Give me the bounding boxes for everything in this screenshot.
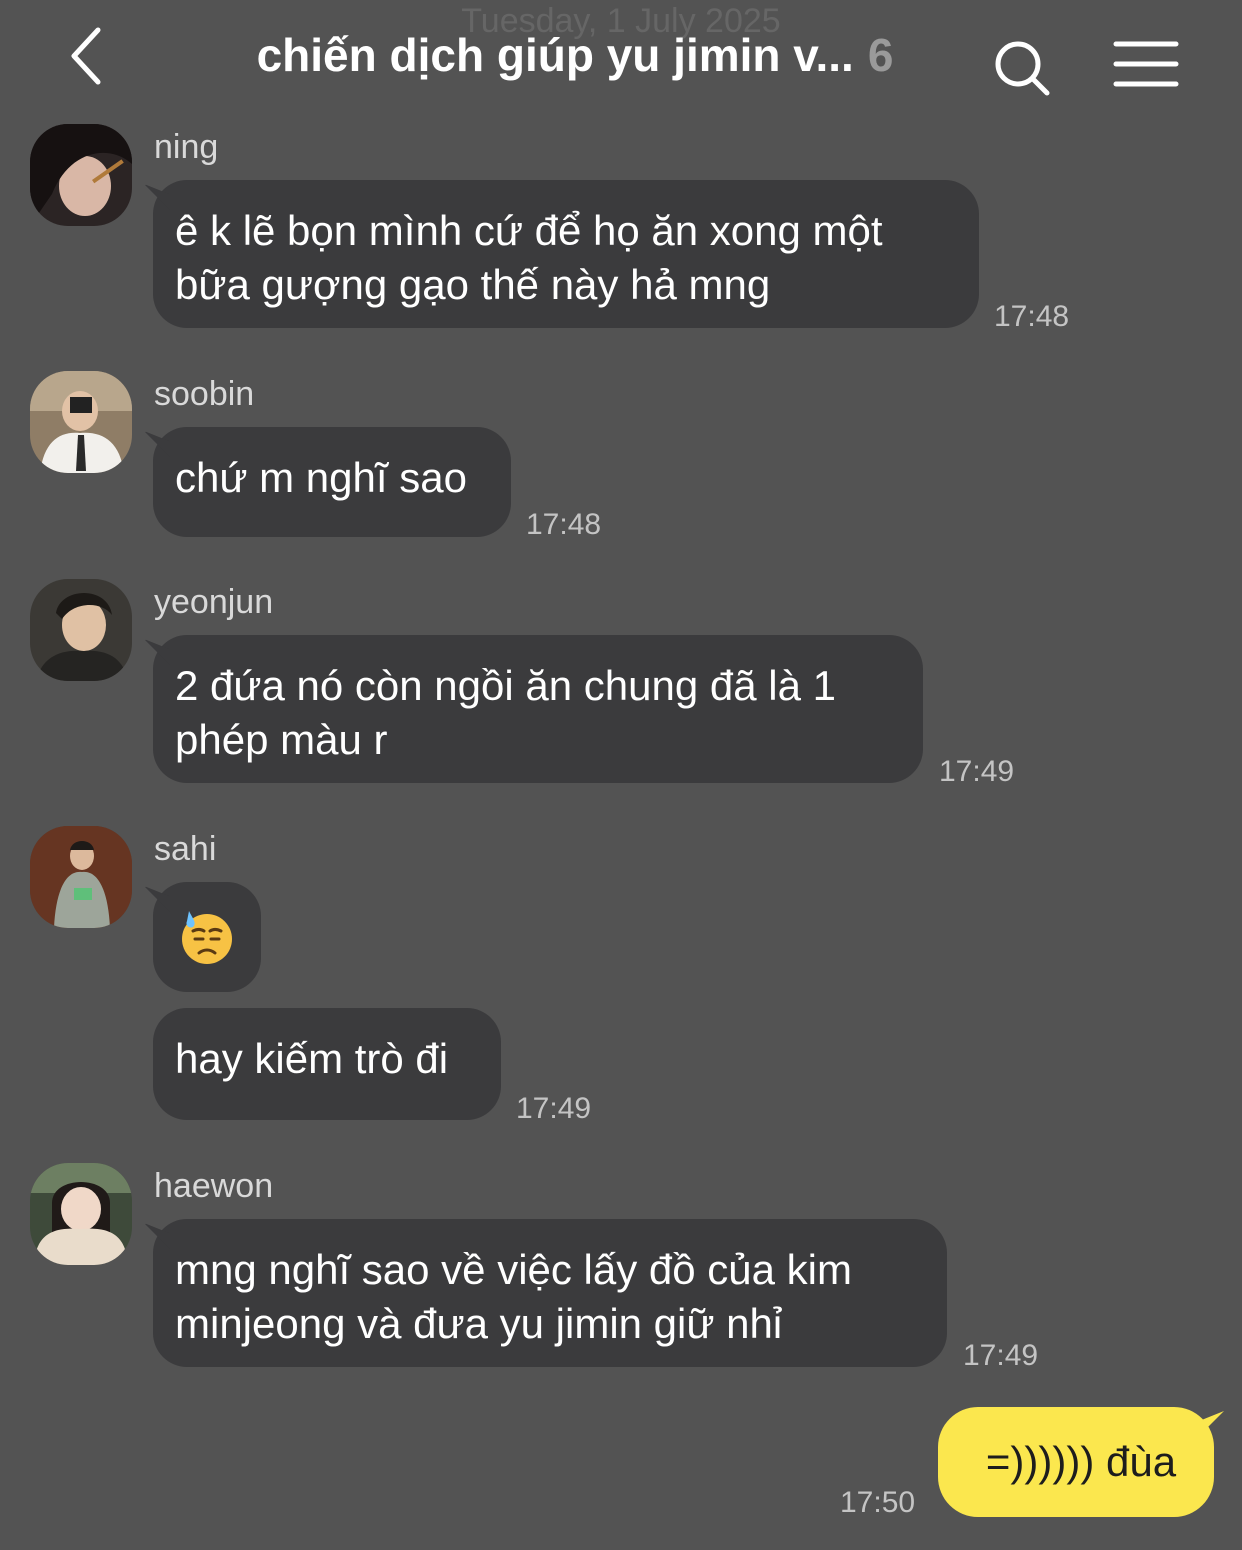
sender-name: soobin — [154, 375, 255, 413]
back-button[interactable] — [62, 24, 118, 88]
message-text-line: ê k lẽ bọn mình cứ để họ ăn xong một — [175, 207, 883, 254]
chevron-left-icon — [71, 27, 101, 85]
chat-header: Tuesday, 1 July 2025 chiến dịch giúp yu … — [0, 0, 1242, 112]
avatar-haewon[interactable] — [30, 1163, 132, 1265]
sender-name: haewon — [154, 1167, 274, 1205]
downcast-face-with-sweat-icon — [182, 911, 232, 964]
avatar-sahi[interactable] — [30, 826, 132, 928]
avatar-yeonjun[interactable] — [30, 579, 132, 681]
my-message-text: =)))))) đùa — [985, 1438, 1177, 1485]
message-bubble[interactable]: hay kiếm trò đi — [153, 1008, 501, 1120]
emoji-bubble[interactable] — [153, 882, 261, 992]
message-time: 17:49 — [963, 1339, 1039, 1372]
message-bubble[interactable]: mng nghĩ sao về việc lấy đồ của kim minj… — [153, 1219, 947, 1367]
message-text-line: phép màu r — [175, 716, 388, 763]
message-time: 17:48 — [994, 300, 1070, 333]
message-bubble[interactable]: ê k lẽ bọn mình cứ để họ ăn xong một bữa… — [153, 180, 979, 328]
message-time: 17:49 — [516, 1092, 592, 1125]
message-text: hay kiếm trò đi — [175, 1035, 449, 1082]
message-text-line: 2 đứa nó còn ngồi ăn chung đã là 1 — [175, 662, 836, 709]
my-message-bubble[interactable]: =)))))) đùa — [938, 1407, 1214, 1517]
menu-button[interactable] — [1110, 40, 1182, 90]
chat-title: chiến dịch giúp yu jimin v... — [256, 29, 854, 81]
sender-name: ning — [154, 128, 219, 166]
sender-name: yeonjun — [154, 583, 274, 621]
hamburger-menu-icon — [1113, 41, 1179, 87]
message-bubble[interactable]: 2 đứa nó còn ngồi ăn chung đã là 1 phép … — [153, 635, 923, 783]
search-button[interactable] — [990, 36, 1054, 100]
message-bubble[interactable]: chứ m nghĩ sao — [153, 427, 511, 537]
sender-name: sahi — [154, 830, 217, 868]
message-time: 17:48 — [526, 508, 602, 541]
message-text-line: bữa gượng gạo thế này hả mng — [175, 261, 771, 308]
message-time: 17:49 — [939, 755, 1015, 788]
avatar-soobin[interactable] — [30, 371, 132, 473]
member-count: 6 — [867, 29, 894, 81]
search-icon — [995, 41, 1050, 96]
message-text: chứ m nghĩ sao — [175, 454, 467, 501]
my-message-time: 17:50 — [840, 1486, 916, 1519]
chat-title-area[interactable]: chiến dịch giúp yu jimin v... 6 — [160, 24, 990, 86]
avatar-ning[interactable] — [30, 124, 132, 226]
message-text-line: minjeong và đưa yu jimin giữ nhỉ — [175, 1300, 783, 1347]
message-text-line: mng nghĩ sao về việc lấy đồ của kim — [175, 1246, 853, 1293]
